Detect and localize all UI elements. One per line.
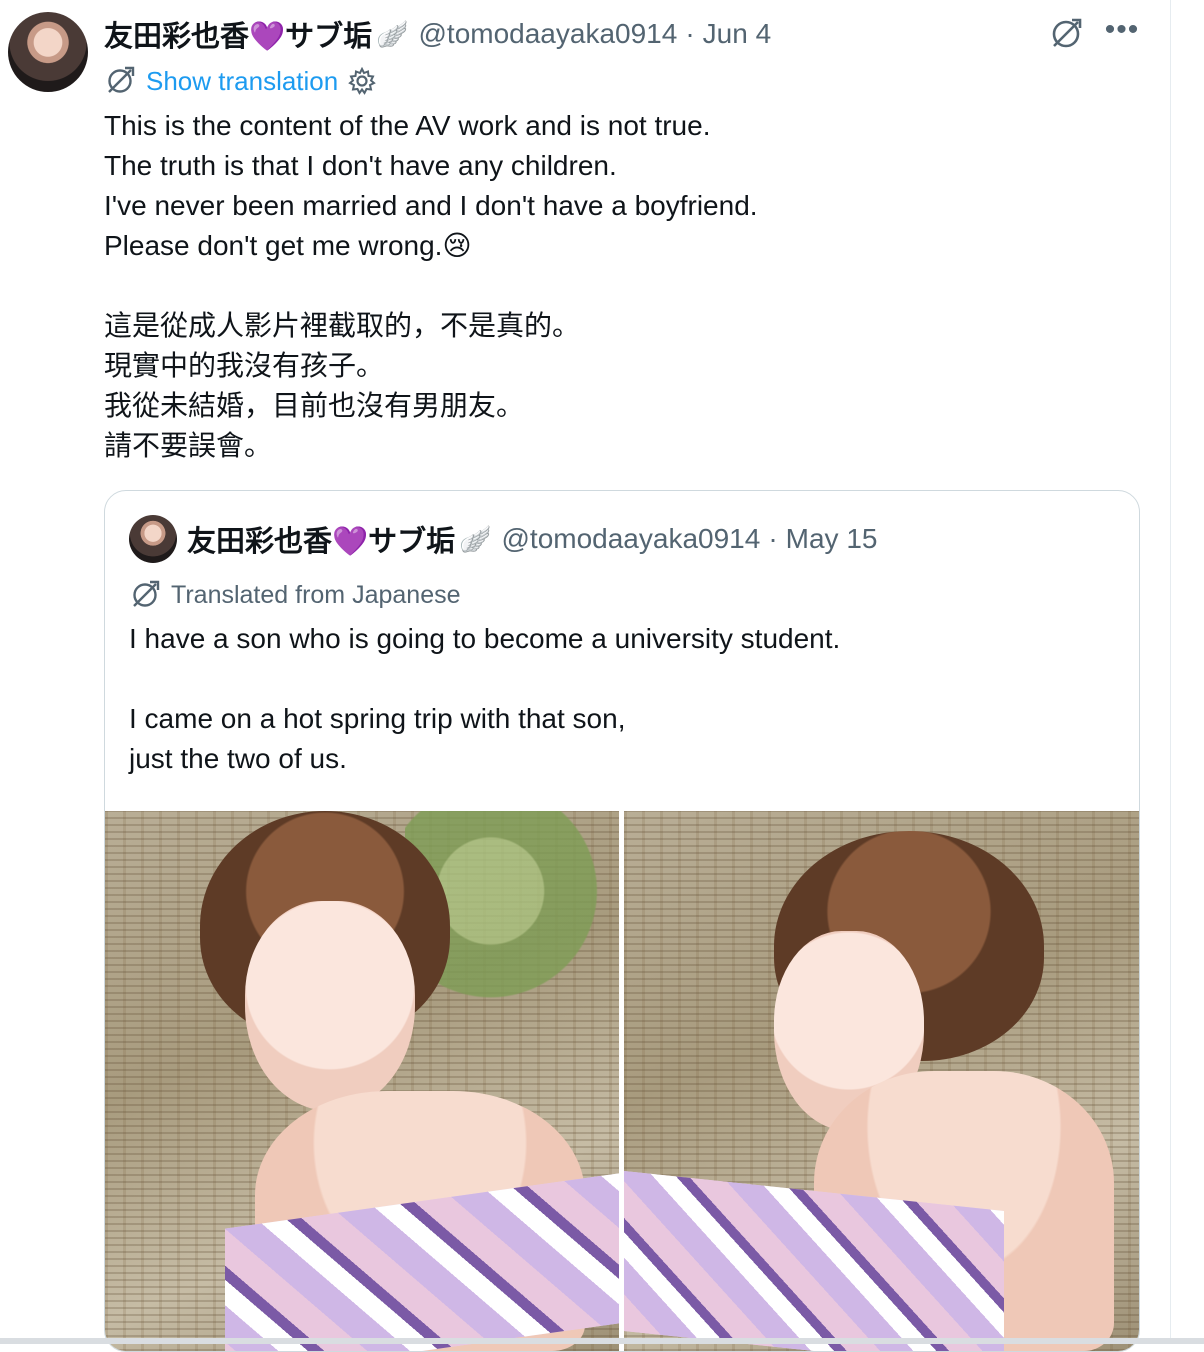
tweet-text-line: 這是從成人影片裡截取的，不是真的。 [104, 310, 581, 341]
tweet-text-line: This is the content of the AV work and i… [104, 110, 711, 141]
translate-globe-icon[interactable] [1048, 16, 1084, 52]
tweet-text-blank-line [104, 266, 1144, 306]
more-icon[interactable]: ••• [1102, 15, 1142, 52]
quoted-tweet-text: I have a son who is going to become a un… [129, 619, 1109, 779]
show-translation-row: Show translation [104, 64, 377, 98]
quoted-text-line: I came on a hot spring trip with that so… [129, 703, 626, 734]
quoted-tweet-header: 友田彩也香💜サブ垢 🪽 @tomodaayaka0914 · May 15 [187, 519, 877, 559]
photo-right[interactable] [624, 811, 1139, 1351]
quoted-text-blank-line [129, 659, 1109, 699]
quoted-handle[interactable]: @tomodaayaka0914 [501, 523, 760, 555]
show-translation-link[interactable]: Show translation [146, 66, 338, 97]
tweet[interactable]: 友田彩也香💜サブ垢 🪽 @tomodaayaka0914 · Jun 4 •••… [0, 0, 1170, 1352]
tweet-text-line: The truth is that I don't have any child… [104, 150, 617, 181]
settings-gear-icon[interactable] [348, 67, 377, 95]
quoted-text-line: I have a son who is going to become a un… [129, 623, 841, 654]
tweet-text-line: I've never been married and I don't have… [104, 190, 758, 221]
quoted-display-name[interactable]: 友田彩也香💜サブ垢 [187, 518, 455, 560]
wing-emoji-icon: 🪽 [459, 523, 492, 554]
tweet-text-line: 請不要誤會。 [104, 430, 273, 461]
tweet-header: 友田彩也香💜サブ垢 🪽 @tomodaayaka0914 · Jun 4 [104, 14, 771, 54]
quoted-tweet-card[interactable]: 友田彩也香💜サブ垢 🪽 @tomodaayaka0914 · May 15 Tr… [104, 490, 1140, 1352]
quoted-avatar[interactable] [129, 515, 177, 563]
photo-left[interactable] [105, 811, 619, 1351]
separator-dot: · [768, 523, 778, 554]
translate-globe-icon [108, 66, 135, 93]
tweet-text-line: 我從未結婚，目前也沒有男朋友。 [104, 390, 525, 421]
translated-from-label: Translated from Japanese [171, 580, 461, 609]
quoted-text-line: just the two of us. [129, 743, 347, 774]
tweet-date[interactable]: Jun 4 [703, 18, 772, 50]
translate-globe-icon [133, 580, 160, 607]
timeline-divider [1170, 0, 1171, 1344]
wing-emoji-icon: 🪽 [376, 18, 409, 49]
tweet-text: This is the content of the AV work and i… [104, 106, 1144, 466]
display-name[interactable]: 友田彩也香💜サブ垢 [104, 13, 372, 55]
avatar[interactable] [8, 12, 88, 92]
tweet-text-line: Please don't get me wrong.😢 [104, 230, 472, 261]
translated-label-row: Translated from Japanese [129, 579, 461, 611]
tweet-text-line: 現實中的我沒有孩子。 [104, 350, 385, 381]
window-bottom-edge [0, 1338, 1204, 1344]
separator-dot: · [685, 18, 695, 49]
quoted-date[interactable]: May 15 [786, 523, 878, 555]
photo-face [245, 901, 415, 1111]
handle[interactable]: @tomodaayaka0914 [418, 18, 677, 50]
